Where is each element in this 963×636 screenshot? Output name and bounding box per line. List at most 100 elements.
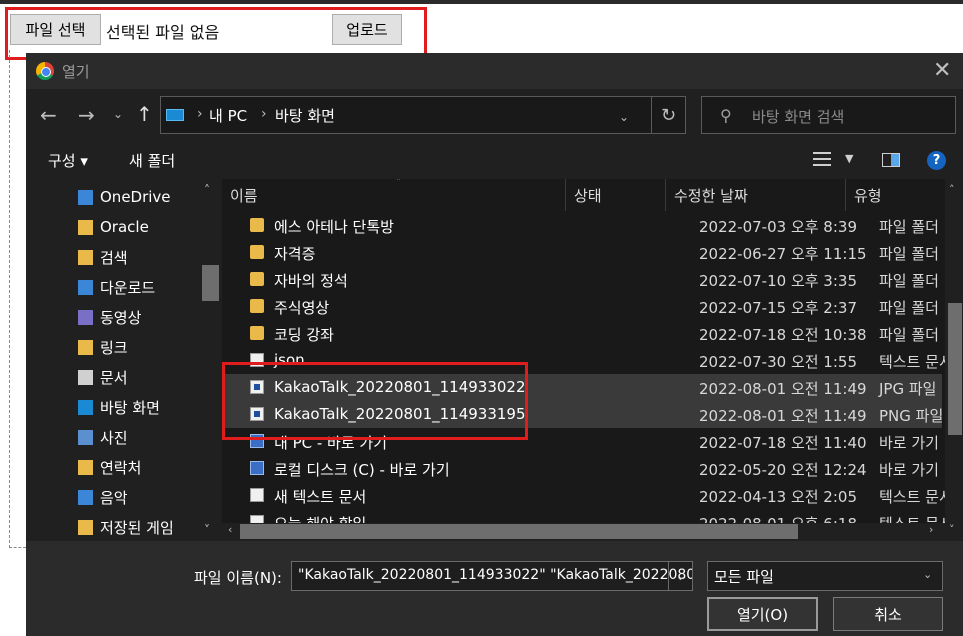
filename-input[interactable]: "KakaoTalk_20220801_114933022" "KakaoTal… [291,561,693,591]
up-arrow-icon[interactable]: ↑ [136,102,153,126]
file-row[interactable]: 새 텍스트 문서 2022-04-13 오전 2:05 텍스트 문서 [222,482,953,509]
file-row[interactable]: 자바의 정석 2022-07-10 오후 3:35 파일 폴더 [222,266,942,293]
column-name[interactable]: 이름 [222,179,566,211]
sidebar-scrollbar[interactable] [201,179,222,541]
file-modified: 2022-08-01 오전 11:49 [699,407,867,425]
breadcrumb-chevron-icon[interactable]: › [197,106,203,122]
sidebar-item-label: 음악 [100,488,128,507]
sidebar-item-label: 동영상 [100,308,142,327]
sidebar-item[interactable]: 음악 [78,482,128,512]
sidebar-item[interactable]: 저장된 게임 [78,512,174,541]
folder-icon [250,272,264,286]
folder-icon [78,219,93,235]
file-name: 새 텍스트 문서 [274,488,367,506]
filename-dropdown-icon[interactable]: ⌄ [668,562,692,590]
breadcrumb-this-pc[interactable]: 내 PC [209,105,247,126]
folder-icon [250,218,264,232]
breadcrumb-desktop[interactable]: 바탕 화면 [275,105,335,126]
file-list-scroll-thumb[interactable] [948,303,962,435]
close-icon[interactable]: ✕ [933,58,951,83]
sidebar-item[interactable]: 문서 [78,362,128,392]
file-row[interactable]: 코딩 강좌 2022-07-18 오전 10:38 파일 폴더 [222,320,942,347]
file-name: 주식영상 [274,299,330,317]
sidebar-item[interactable]: 링크 [78,332,128,362]
file-row[interactable]: json 2022-07-30 오전 1:55 텍스트 문서 [222,347,953,374]
sidebar-scroll-down-icon[interactable]: ˅ [204,523,210,537]
sidebar-item-label: 연락처 [100,458,142,477]
onedrive-icon [78,189,93,205]
file-list-scroll-down-icon[interactable]: ˅ [949,523,955,536]
file-name: KakaoTalk_20220801_114933022 [274,378,526,396]
refresh-icon[interactable]: ↻ [651,97,685,133]
sidebar-item[interactable]: 검색 [78,242,128,272]
sidebar-item-label: 사진 [100,428,128,447]
back-arrow-icon[interactable]: ← [40,103,57,127]
address-bar[interactable]: › 내 PC › 바탕 화면 ⌄ ↻ [160,96,686,134]
sidebar-item[interactable]: 다운로드 [78,272,155,302]
file-row[interactable]: 내 PC - 바로 가기 2022-07-18 오전 11:40 바로 가기 [222,428,942,455]
horizontal-scroll-thumb[interactable] [240,524,798,539]
image-file-icon [250,380,264,394]
file-row[interactable]: 주식영상 2022-07-15 오후 2:37 파일 폴더 [222,293,942,320]
scroll-right-icon[interactable]: › [929,523,933,536]
new-folder-button[interactable]: 새 폴더 [129,150,175,171]
sidebar-item-label: 문서 [100,368,128,387]
sidebar-item-label: Oracle [100,218,149,236]
file-type: 바로 가기 [879,434,939,452]
file-row[interactable]: 로컬 디스크 (C) - 바로 가기 2022-05-20 오전 12:24 바로 … [222,455,942,482]
column-type[interactable]: 유형 [846,179,946,211]
sidebar-item[interactable]: 바탕 화면 [78,392,160,422]
upload-button[interactable]: 업로드 [332,14,402,45]
preview-pane-icon[interactable] [882,153,900,167]
recent-locations-chevron-icon[interactable]: ⌄ [113,107,123,121]
scroll-left-icon[interactable]: ‹ [228,523,232,536]
sidebar-item[interactable]: 연락처 [78,452,141,482]
column-modified[interactable]: 수정한 날짜 [666,179,846,211]
sidebar-item[interactable]: OneDrive [78,182,171,212]
text-file-icon [250,353,264,367]
file-modified: 2022-05-20 오전 12:24 [699,461,867,479]
navigation-bar: ← → ⌄ ↑ › 내 PC › 바탕 화면 ⌄ ↻ ⚲ 바탕 화면 검색 [26,89,963,141]
sidebar-item-label: 저장된 게임 [100,518,174,537]
file-name: 에스 아테나 단톡방 [274,218,394,236]
file-type: JPG 파일 [879,380,937,398]
forward-arrow-icon[interactable]: → [78,103,95,127]
file-name: KakaoTalk_20220801_114933195 [274,405,526,423]
help-icon[interactable]: ? [927,151,946,170]
file-list-scroll-up-icon[interactable]: ˄ [949,183,955,196]
file-row[interactable]: KakaoTalk_20220801_114933195 2022-08-01 오… [222,401,944,428]
view-options-icon[interactable] [813,152,831,166]
file-type: PNG 파일 [879,407,944,425]
documents-icon [78,369,93,385]
filetype-dropdown-icon[interactable]: ⌄ [923,568,932,581]
choose-file-button[interactable]: 파일 선택 [10,14,101,45]
file-row[interactable]: 자격증 2022-06-27 오후 11:15 파일 폴더 [222,239,942,266]
address-dropdown-icon[interactable]: ⌄ [619,110,629,124]
sidebar-scroll-up-icon[interactable]: ˄ [204,183,210,197]
contacts-icon [78,459,93,475]
organize-menu-button[interactable]: 구성 ▾ [48,150,88,171]
folder-icon [250,299,264,313]
saved-games-icon [78,519,93,535]
file-type: 파일 폴더 [879,245,939,263]
search-box[interactable]: ⚲ 바탕 화면 검색 [701,96,956,134]
view-dropdown-icon[interactable]: ▼ [845,152,853,165]
dialog-toolbar: 구성 ▾ 새 폴더 ▼ ? [26,141,963,179]
file-row[interactable]: 에스 아테나 단톡방 2022-07-03 오후 8:39 파일 폴더 [222,212,942,239]
sidebar-item[interactable]: 동영상 [78,302,141,332]
file-type: 파일 폴더 [879,272,939,290]
sidebar-item[interactable]: 사진 [78,422,128,452]
shortcut-icon [250,434,264,448]
dashed-border-bottom [9,547,26,548]
column-status[interactable]: 상태 [566,179,666,211]
filetype-select[interactable]: 모든 파일 [707,561,943,591]
cancel-button[interactable]: 취소 [833,597,943,631]
file-row[interactable]: KakaoTalk_20220801_114933022 2022-08-01 오… [222,374,942,401]
sidebar-scroll-thumb[interactable] [202,265,219,301]
open-button[interactable]: 열기(O) [707,597,818,631]
desktop-icon [78,399,93,415]
chrome-icon [36,62,54,80]
sidebar-item[interactable]: Oracle [78,212,149,242]
sidebar-item-label: 다운로드 [100,278,156,297]
breadcrumb-chevron-icon[interactable]: › [261,106,267,122]
